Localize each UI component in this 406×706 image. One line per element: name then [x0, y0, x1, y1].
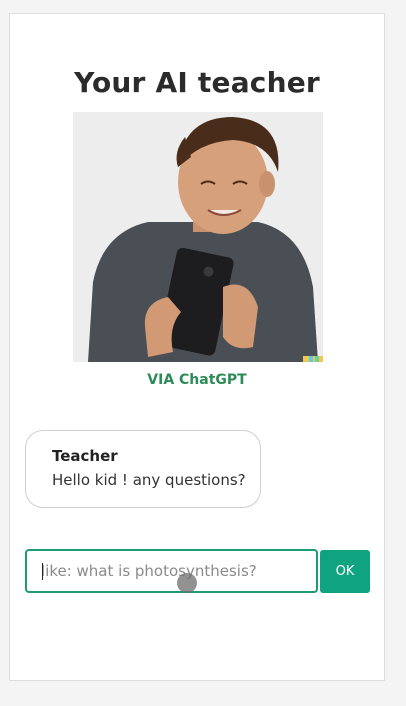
- teacher-message-bubble: Teacher Hello kid ! any questions?: [25, 430, 261, 508]
- message-sender: Teacher: [52, 447, 118, 465]
- page-title: Your AI teacher: [74, 66, 320, 99]
- question-input[interactable]: [25, 549, 318, 593]
- ok-button[interactable]: OK: [320, 550, 370, 593]
- pointer-cursor-icon: [177, 573, 197, 593]
- boy-with-phone-illustration: [73, 112, 323, 362]
- app-card: Your AI teacher VIA ChatGPT Teacher Hell…: [9, 13, 385, 681]
- text-caret: [42, 563, 43, 580]
- image-credit: VIA ChatGPT: [147, 372, 247, 388]
- message-text: Hello kid ! any questions?: [52, 471, 246, 489]
- teacher-photo: [73, 112, 323, 362]
